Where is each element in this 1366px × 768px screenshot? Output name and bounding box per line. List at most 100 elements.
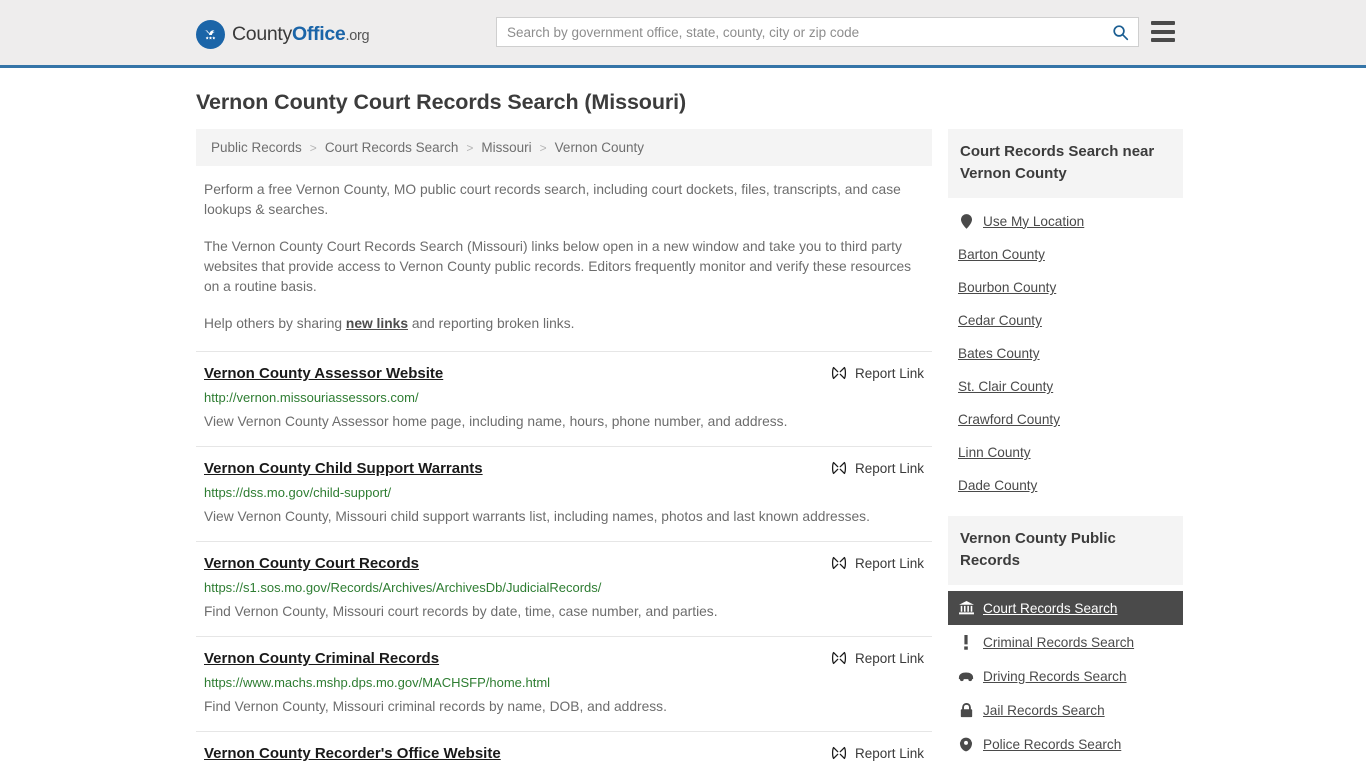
report-link-button[interactable]: Report Link [831,364,924,381]
search-button[interactable] [1102,18,1138,46]
logo-text-county: County [232,23,292,45]
report-link-label: Report Link [854,650,924,666]
search-bar[interactable] [496,17,1139,47]
public-records-heading: Vernon County Public Records [948,516,1183,585]
report-link-label: Report Link [854,555,924,571]
public-records-card: Vernon County Public Records Court Recor… [948,516,1183,761]
sidebar-item-label: Court Records Search [983,600,1118,616]
hamburger-bar [1151,21,1175,25]
page-body: Vernon County Court Records Search (Miss… [0,90,1366,768]
car-icon [958,668,974,684]
result-description: View Vernon County Assessor home page, i… [204,414,788,429]
result-row: Vernon County Child Support Warrants Rep… [196,447,932,542]
report-link-label: Report Link [854,745,924,761]
sidebar-item-court-records-search[interactable]: Court Records Search [948,591,1183,625]
sidebar-item-driving-records-search[interactable]: Driving Records Search [948,659,1183,693]
broken-link-icon [831,461,846,475]
public-records-list: Court Records Search Criminal Records Se… [948,585,1183,761]
county-label: Crawford County [958,412,1060,427]
logo-text-org: .org [345,28,370,44]
county-label: Linn County [958,445,1031,460]
sidebar-item-label: Jail Records Search [983,702,1105,718]
result-url[interactable]: https://s1.sos.mo.gov/Records/Archives/A… [204,579,924,596]
use-my-location-label: Use My Location [983,213,1085,229]
logo-text-office: Office [292,23,346,45]
sidebar-county-cedar[interactable]: Cedar County [948,304,1183,337]
sidebar-county-st-clair[interactable]: St. Clair County [948,370,1183,403]
county-label: Dade County [958,478,1038,493]
result-title-link[interactable]: Vernon County Child Support Warrants [204,459,483,478]
sidebar-item-criminal-records-search[interactable]: Criminal Records Search [948,625,1183,659]
sidebar-county-crawford[interactable]: Crawford County [948,403,1183,436]
result-description: Find Vernon County, Missouri criminal re… [204,699,667,714]
site-logo-text: CountyOffice.org [232,23,370,46]
county-label: Bates County [958,346,1040,361]
nearby-counties-list: Use My Location Barton County Bourbon Co… [948,198,1183,502]
courthouse-icon [958,600,974,616]
search-input[interactable] [497,18,1102,46]
eagle-shield-logo-icon [196,20,225,49]
use-my-location-item[interactable]: Use My Location [948,204,1183,238]
sidebar-county-bates[interactable]: Bates County [948,337,1183,370]
broken-link-icon [831,366,846,380]
county-label: Bourbon County [958,280,1057,295]
breadcrumb-item-vernon-county[interactable]: Vernon County [552,140,647,155]
broken-link-icon [831,556,846,570]
sidebar-item-label: Police Records Search [983,736,1122,752]
sidebar-item-label: Driving Records Search [983,668,1127,684]
result-row: Vernon County Recorder's Office Website … [196,732,932,768]
share-text-before: Help others by sharing [204,316,346,331]
map-pin-icon [958,213,974,229]
hamburger-bar [1151,29,1175,34]
page-title: Vernon County Court Records Search (Miss… [196,90,687,114]
breadcrumb-item-missouri[interactable]: Missouri [478,140,534,155]
sidebar-county-bourbon[interactable]: Bourbon County [948,271,1183,304]
county-label: Barton County [958,247,1045,262]
result-description: View Vernon County, Missouri child suppo… [204,509,870,524]
nearby-counties-heading: Court Records Search near Vernon County [948,129,1183,198]
new-links-link[interactable]: new links [346,316,408,331]
intro-paragraph-3: Help others by sharing new links and rep… [196,314,932,334]
nearby-counties-card: Court Records Search near Vernon County … [948,129,1183,502]
result-title-link[interactable]: Vernon County Recorder's Office Website [204,744,501,763]
exclamation-icon [958,634,974,650]
sidebar-county-linn[interactable]: Linn County [948,436,1183,469]
site-logo[interactable]: CountyOffice.org [196,20,370,49]
report-link-button[interactable]: Report Link [831,744,924,761]
report-link-button[interactable]: Report Link [831,649,924,666]
broken-link-icon [831,746,846,760]
breadcrumb: Public Records > Court Records Search > … [196,129,932,166]
lock-icon [958,702,974,718]
result-url[interactable]: https://www.machs.mshp.dps.mo.gov/MACHSF… [204,674,924,691]
report-link-label: Report Link [854,365,924,381]
sidebar-county-dade[interactable]: Dade County [948,469,1183,502]
report-link-button[interactable]: Report Link [831,554,924,571]
breadcrumb-item-public-records[interactable]: Public Records [208,140,305,155]
intro-paragraph-1: Perform a free Vernon County, MO public … [204,182,901,217]
sidebar-item-police-records-search[interactable]: Police Records Search [948,727,1183,761]
result-row: Vernon County Criminal Records Report Li… [196,637,932,732]
result-title-link[interactable]: Vernon County Assessor Website [204,364,443,383]
result-url[interactable]: https://dss.mo.gov/child-support/ [204,484,924,501]
result-row: Vernon County Assessor Website Report Li… [196,351,932,447]
sidebar-item-label: Criminal Records Search [983,634,1135,650]
result-title-link[interactable]: Vernon County Criminal Records [204,649,439,668]
result-title-link[interactable]: Vernon County Court Records [204,554,419,573]
result-row: Vernon County Court Records Report Link … [196,542,932,637]
sidebar-county-barton[interactable]: Barton County [948,238,1183,271]
sidebar-item-jail-records-search[interactable]: Jail Records Search [948,693,1183,727]
main-content: Public Records > Court Records Search > … [196,129,932,768]
breadcrumb-separator: > [309,140,317,155]
result-url[interactable]: http://vernon.missouriassessors.com/ [204,389,924,406]
broken-link-icon [831,651,846,665]
search-icon [1112,24,1128,40]
site-header: CountyOffice.org [0,0,1366,68]
report-link-button[interactable]: Report Link [831,459,924,476]
hamburger-menu-icon[interactable] [1151,21,1175,42]
breadcrumb-item-court-records-search[interactable]: Court Records Search [322,140,462,155]
breadcrumb-separator: > [466,140,474,155]
breadcrumb-separator: > [539,140,547,155]
share-text-after: and reporting broken links. [408,316,575,331]
report-link-label: Report Link [854,460,924,476]
intro-paragraph-2: The Vernon County Court Records Search (… [204,239,912,294]
